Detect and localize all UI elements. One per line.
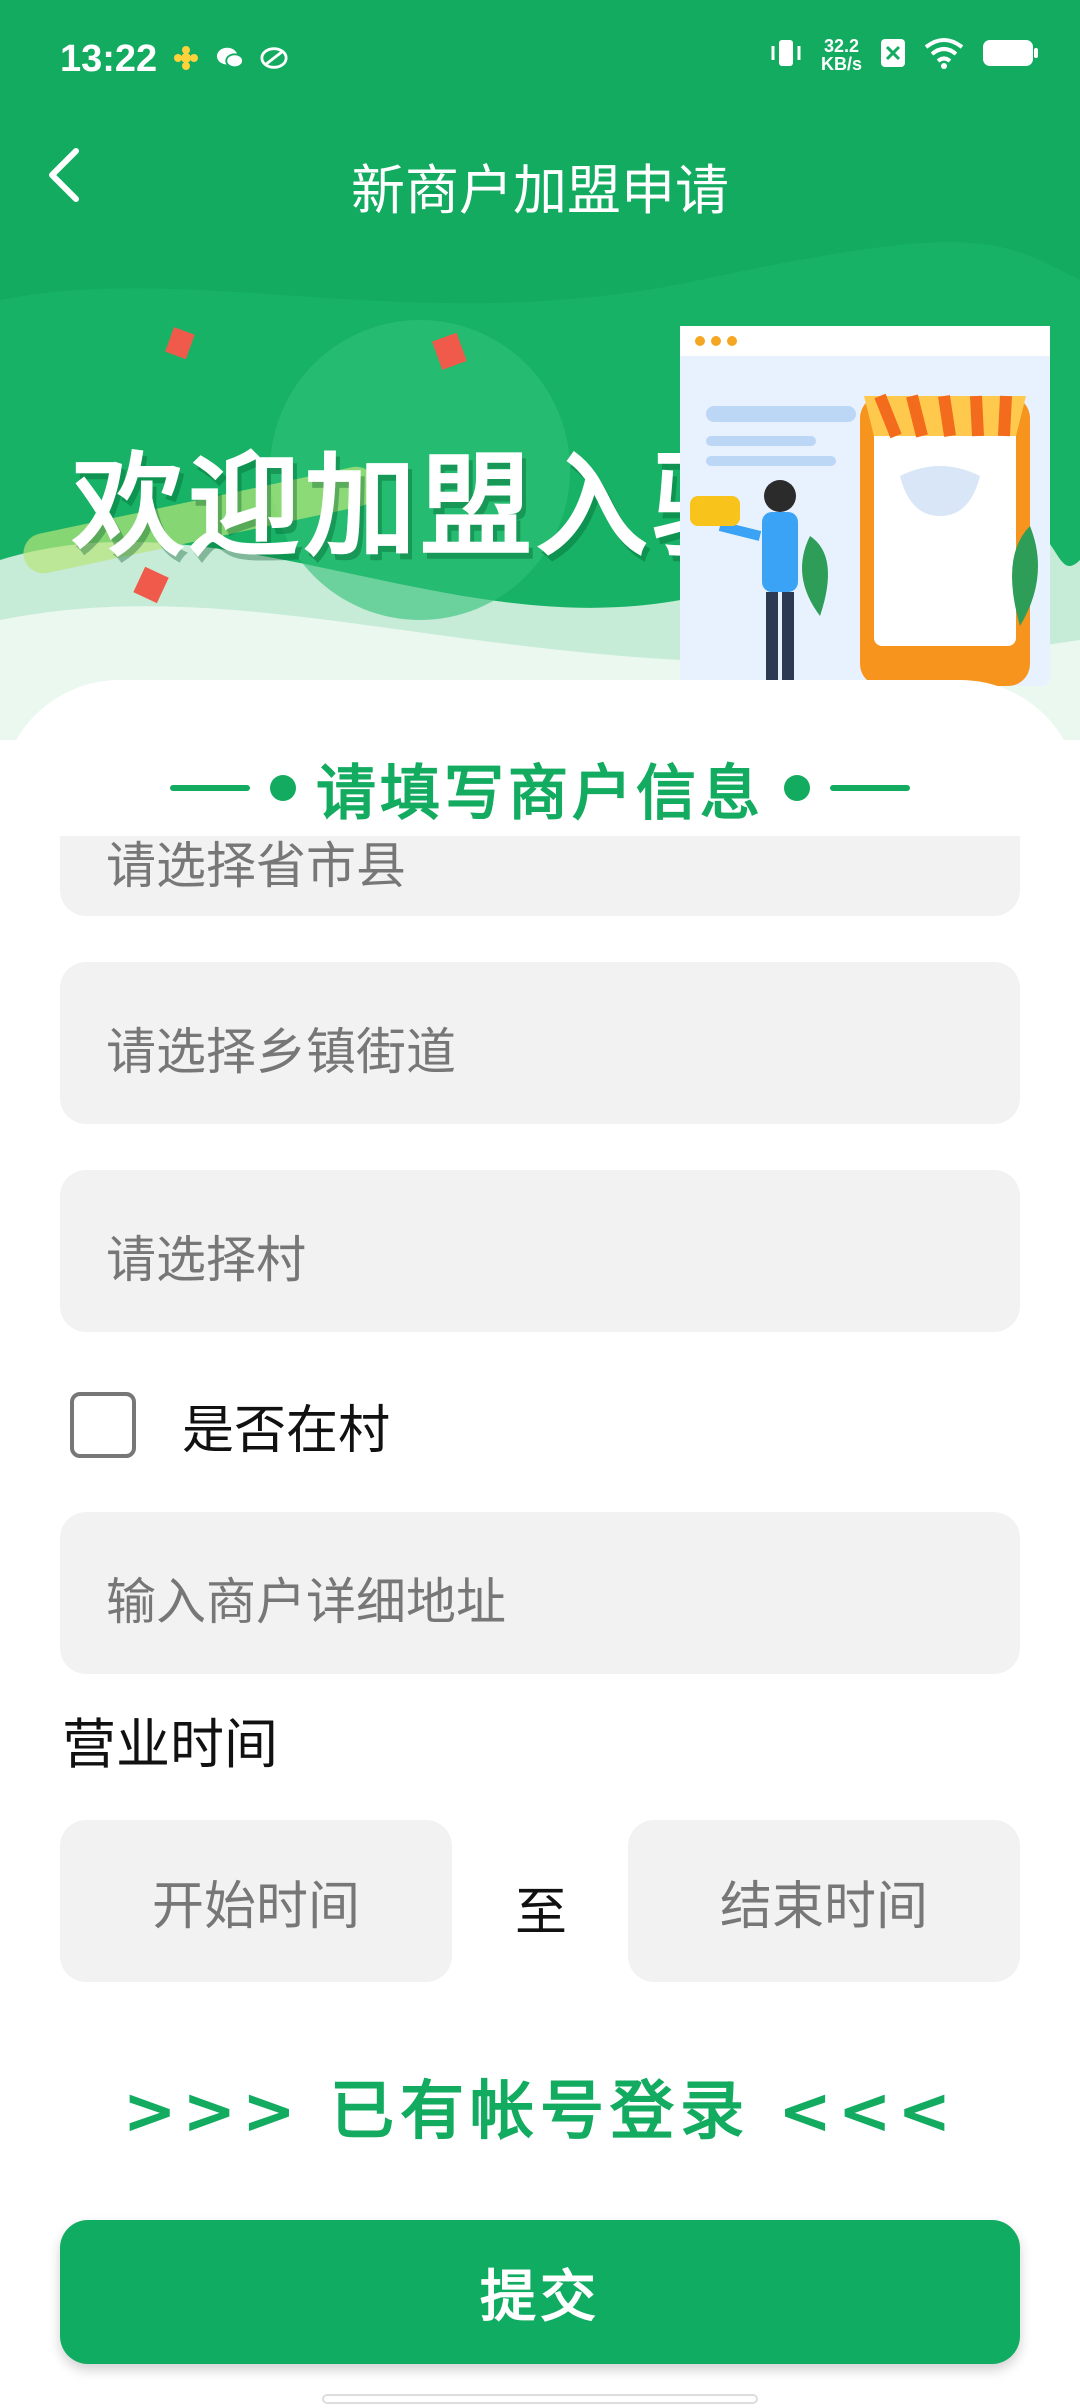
- header-hero: 13:22 32.2 KB/s 新商户加盟申请 欢迎加盟入驻: [0, 0, 1080, 760]
- village-select-placeholder: 请选择村: [106, 1231, 306, 1289]
- divider-line-right: [830, 785, 910, 791]
- time-separator: 至: [514, 1883, 567, 1943]
- net-speed-unit: KB/s: [820, 54, 862, 74]
- nav-bar: 新商户加盟申请: [0, 128, 1080, 228]
- in-village-label: 是否在村: [182, 1400, 391, 1461]
- start-time-placeholder: 开始时间: [151, 1876, 360, 1937]
- business-hours-label: 营业时间: [62, 1713, 278, 1776]
- divider-dot-right: [784, 775, 810, 801]
- wechat-icon: [216, 44, 244, 72]
- address-input[interactable]: 输入商户详细地址: [60, 1512, 1020, 1674]
- in-village-row: 是否在村: [60, 1380, 390, 1470]
- notification-x-icon: [880, 38, 906, 72]
- end-time-picker[interactable]: 结束时间: [628, 1820, 1020, 1982]
- flower-icon: [172, 44, 200, 72]
- status-time: 13:22: [60, 38, 158, 80]
- page-title: 新商户加盟申请: [351, 159, 729, 222]
- submit-button[interactable]: 提交: [60, 2220, 1020, 2364]
- net-speed-value: 32.2: [823, 36, 860, 56]
- divider-line-left: [170, 785, 250, 791]
- status-app-icons: [172, 44, 288, 72]
- region-select[interactable]: 请选择省市县: [60, 836, 1020, 916]
- address-input-placeholder: 输入商户详细地址: [106, 1573, 506, 1631]
- status-right: 32.2 KB/s: [769, 36, 1040, 74]
- battery-icon: [982, 38, 1040, 72]
- vibrate-icon: [769, 36, 803, 74]
- submit-button-label: 提交: [480, 2264, 600, 2330]
- town-select[interactable]: 请选择乡镇街道: [60, 962, 1020, 1124]
- wifi-icon: [924, 37, 964, 73]
- status-bar: 13:22 32.2 KB/s: [0, 0, 1080, 128]
- region-select-placeholder: 请选择省市县: [106, 837, 406, 895]
- town-select-placeholder: 请选择乡镇街道: [106, 1023, 456, 1081]
- end-time-placeholder: 结束时间: [719, 1876, 928, 1937]
- section-header: 请填写商户信息: [0, 740, 1080, 836]
- app-leaf-icon: [260, 44, 288, 72]
- home-indicator[interactable]: [322, 2394, 758, 2404]
- village-select[interactable]: 请选择村: [60, 1170, 1020, 1332]
- start-time-picker[interactable]: 开始时间: [60, 1820, 452, 1982]
- divider-dot-left: [270, 775, 296, 801]
- in-village-checkbox[interactable]: [70, 1392, 136, 1458]
- section-title: 请填写商户信息: [316, 758, 764, 829]
- net-speed: 32.2 KB/s: [821, 37, 862, 73]
- existing-account-login-link[interactable]: >>> 已有帐号登录 <<<: [0, 2060, 1080, 2152]
